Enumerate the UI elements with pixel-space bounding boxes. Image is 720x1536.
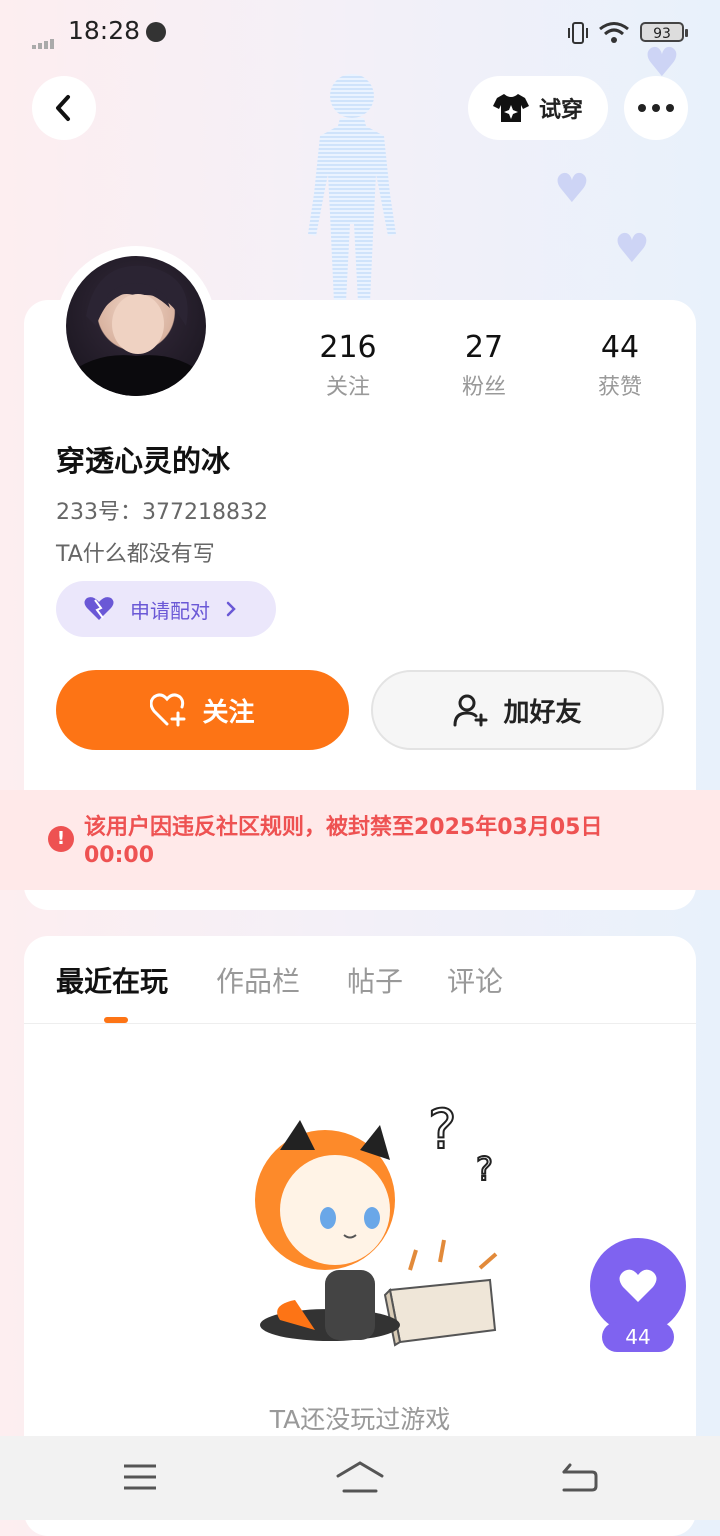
follow-label: 关注 (202, 697, 255, 728)
heart-icon (84, 597, 114, 620)
like-button[interactable] (590, 1238, 686, 1334)
chevron-right-icon (226, 601, 236, 617)
user-name: 穿透心灵的冰 (56, 444, 231, 478)
more-button[interactable] (624, 76, 688, 140)
stat-value: 44 (600, 330, 640, 365)
tab-comments[interactable]: 评论 (447, 960, 503, 1000)
ban-notice-text: 该用户因违反社区规则，被封禁至2025年03月05日 00:00 (84, 815, 603, 868)
add-friend-button[interactable]: 加好友 (371, 670, 664, 750)
user-id: 233号：377218832 (56, 500, 268, 525)
stat-value: 216 (319, 330, 377, 365)
vibrate-icon (568, 22, 588, 44)
battery-indicator: 93 (640, 22, 688, 42)
home-icon[interactable] (336, 1460, 384, 1494)
follow-button[interactable]: 关注 (56, 670, 349, 750)
tab-posts[interactable]: 帖子 (347, 960, 403, 1000)
tab-works[interactable]: 作品栏 (216, 960, 300, 1000)
tshirt-icon (492, 94, 529, 122)
svg-text:?: ? (428, 1098, 457, 1161)
stat-label: 获赞 (597, 375, 642, 400)
status-time: 18:28 (68, 16, 141, 45)
status-bar: 18:28 93 (0, 0, 720, 68)
stat-value: 27 (464, 330, 504, 365)
heart-plus-icon (150, 693, 186, 727)
signal-icon (32, 30, 56, 49)
back-button[interactable] (32, 76, 96, 140)
divider (24, 1023, 696, 1024)
pair-request-button[interactable]: 申请配对 (56, 581, 276, 637)
try-on-button[interactable]: 试穿 (468, 76, 608, 140)
stat-label: 关注 (325, 375, 370, 400)
moon-icon (146, 22, 166, 42)
heart-icon (619, 1269, 657, 1302)
return-icon[interactable] (560, 1462, 598, 1492)
stat-label: 粉丝 (461, 375, 506, 400)
avatar-figure-image (308, 74, 396, 302)
back-icon (56, 95, 70, 121)
avatar[interactable] (66, 256, 206, 396)
heart-icon: ♥ (554, 166, 590, 212)
wifi-icon (599, 22, 629, 43)
try-on-label: 试穿 (538, 98, 583, 123)
user-plus-icon (453, 694, 488, 727)
heart-icon: ♥ (614, 226, 650, 272)
stat-followers[interactable]: 27 粉丝 (424, 330, 544, 401)
alert-icon: ! (48, 826, 74, 852)
empty-state-text: TA还没玩过游戏 (269, 1405, 451, 1434)
menu-icon[interactable] (122, 1463, 158, 1491)
user-bio: TA什么都没有写 (56, 542, 215, 567)
svg-text:?: ? (476, 1150, 493, 1188)
stat-following[interactable]: 216 关注 (288, 330, 408, 401)
stat-likes[interactable]: 44 获赞 (560, 330, 680, 401)
tab-recent-play[interactable]: 最近在玩 (56, 960, 168, 1000)
pair-label: 申请配对 (130, 598, 210, 623)
add-friend-label: 加好友 (503, 697, 582, 728)
like-count-badge: 44 (602, 1322, 674, 1352)
empty-state-illustration: ? ? (255, 1097, 498, 1347)
